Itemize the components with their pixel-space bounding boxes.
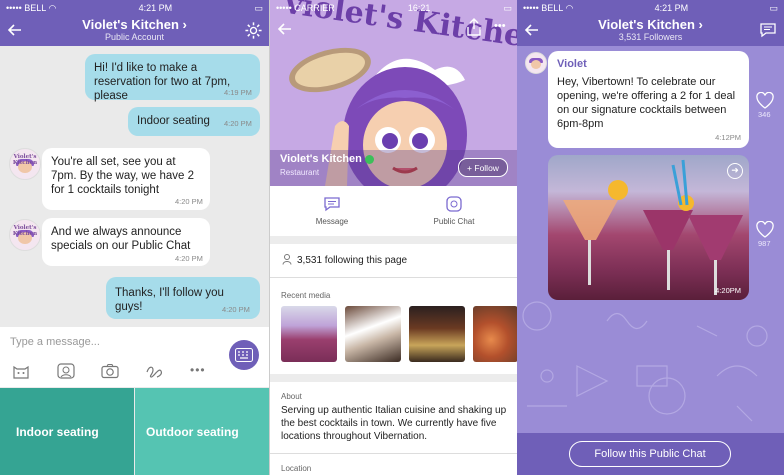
verified-icon xyxy=(364,154,374,164)
status-bar: ••••• BELL ◠ 4:21 PM ▭ xyxy=(517,0,784,16)
message-text: Thanks, I'll follow you guys! xyxy=(115,287,224,313)
chat-title[interactable]: Violet's Kitchen › xyxy=(0,16,269,32)
message-bubble-icon xyxy=(324,197,340,212)
avatar[interactable] xyxy=(525,52,547,74)
sticker-cat-icon[interactable] xyxy=(12,363,30,379)
account-name: Violet's Kitchen xyxy=(280,153,374,165)
post-image-cocktails[interactable]: ➜ 4:20PM xyxy=(548,155,749,300)
message-text: Indoor seating xyxy=(137,115,210,127)
media-thumbnail-restaurant[interactable] xyxy=(409,306,465,362)
message-text: Hi! I'd like to make a reservation for t… xyxy=(94,62,231,102)
follow-footer: Follow this Public Chat xyxy=(517,433,784,475)
media-thumbnail-cocktails[interactable] xyxy=(281,306,337,362)
public-account-info-panel: violet's Kitchen ••••• CARRIER 16:21 ▭ •… xyxy=(269,0,517,475)
divider xyxy=(270,236,517,244)
message-time: 4:19 PM xyxy=(224,88,252,97)
doodle-icon[interactable] xyxy=(145,363,163,379)
person-icon xyxy=(282,254,292,265)
battery-icon: ▭ xyxy=(769,2,778,13)
status-bar: ••••• BELL ◠ 4:21 PM ▭ xyxy=(0,0,269,16)
message-time: 4:20 PM xyxy=(224,119,252,128)
divider xyxy=(270,277,517,278)
message-time: 4:20 PM xyxy=(175,197,203,206)
public-chat-panel: ••••• BELL ◠ 4:21 PM ▭ Violet's Kitchen … xyxy=(517,0,784,475)
chat-header: Violet's Kitchen › Public Account xyxy=(0,16,269,46)
post-time: 4:12PM xyxy=(715,133,741,142)
follow-public-chat-button[interactable]: Follow this Public Chat xyxy=(569,441,731,467)
settings-gear-icon[interactable] xyxy=(244,21,263,40)
location-label: Location xyxy=(281,464,312,473)
post-author[interactable]: Violet xyxy=(557,58,587,70)
divider xyxy=(270,453,517,454)
post-text: Hey, Vibertown! To celebrate our opening… xyxy=(557,76,736,130)
like-heart-icon[interactable] xyxy=(756,221,774,239)
custom-keyboard-button[interactable] xyxy=(229,340,259,370)
account-category: Restaurant xyxy=(280,168,320,177)
message-action[interactable]: Message xyxy=(310,196,354,226)
back-arrow-icon[interactable] xyxy=(276,20,294,38)
clock: 4:21 PM xyxy=(654,3,689,13)
emoticon-icon[interactable] xyxy=(57,363,75,379)
keyboard-button-outdoor[interactable]: Outdoor seating xyxy=(135,388,269,475)
cocktail-glasses-illustration xyxy=(563,159,743,295)
cover-image: violet's Kitchen ••••• CARRIER 16:21 ▭ •… xyxy=(270,0,517,186)
like-heart-icon[interactable] xyxy=(756,92,774,110)
chat-panel: ••••• BELL ◠ 4:21 PM ▭ Violet's Kitchen … xyxy=(0,0,269,475)
status-bar: ••••• CARRIER 16:21 ▭ xyxy=(270,0,517,16)
followers-count[interactable]: 3,531 following this page xyxy=(297,254,407,267)
more-options-icon[interactable]: ••• xyxy=(494,20,506,32)
more-options-icon[interactable]: ••• xyxy=(190,363,206,377)
forward-icon[interactable]: ➜ xyxy=(727,163,743,179)
clock: 4:21 PM xyxy=(138,3,173,13)
carrier-label: ••••• BELL ◠ xyxy=(523,2,574,13)
battery-icon: ▭ xyxy=(254,2,263,13)
public-chat-subtitle: 3,531 Followers xyxy=(618,32,683,42)
avatar[interactable]: Violet's Kitchen xyxy=(9,148,41,180)
divider xyxy=(270,374,517,382)
clock: 16:21 xyxy=(407,3,431,13)
message-composer: Type a message... ••• xyxy=(0,327,269,387)
public-chat-title[interactable]: Violet's Kitchen › xyxy=(517,16,784,32)
message-time: 4:20 PM xyxy=(175,254,203,263)
post-bubble: Violet Hey, Vibertown! To celebrate our … xyxy=(548,51,749,148)
message-input[interactable]: Type a message... xyxy=(10,336,100,348)
message-time: 4:20 PM xyxy=(222,305,250,314)
like-count: 987 xyxy=(758,239,771,248)
message-text: And we always announce specials on our P… xyxy=(51,226,191,252)
recent-media-label: Recent media xyxy=(281,291,331,300)
chat-subtitle: Public Account xyxy=(104,32,165,42)
about-text: Serving up authentic Italian cuisine and… xyxy=(281,405,507,442)
share-icon[interactable] xyxy=(466,18,482,36)
carrier-label: ••••• CARRIER xyxy=(276,3,335,13)
keyboard-button-indoor[interactable]: Indoor seating xyxy=(0,388,134,475)
chat-bubble-icon[interactable] xyxy=(760,23,776,38)
camera-icon[interactable] xyxy=(101,363,119,379)
about-label: About xyxy=(281,392,302,401)
media-thumbnail-dish[interactable] xyxy=(473,306,517,362)
avatar[interactable]: Violet's Kitchen xyxy=(9,219,41,251)
follow-button[interactable]: + Follow xyxy=(458,158,508,177)
image-time: 4:20PM xyxy=(715,286,741,295)
battery-icon: ▭ xyxy=(503,2,512,13)
public-chat-icon xyxy=(446,196,462,212)
public-chat-header: Violet's Kitchen › 3,531 Followers xyxy=(517,16,784,46)
public-chat-action[interactable]: Public Chat xyxy=(432,196,476,226)
like-count: 346 xyxy=(758,110,771,119)
media-thumbnail-chefs[interactable] xyxy=(345,306,401,362)
carrier-label: ••••• BELL ◠ xyxy=(6,2,57,13)
keyboard-icon xyxy=(235,348,253,362)
message-text: You're all set, see you at 7pm. By the w… xyxy=(51,156,194,196)
